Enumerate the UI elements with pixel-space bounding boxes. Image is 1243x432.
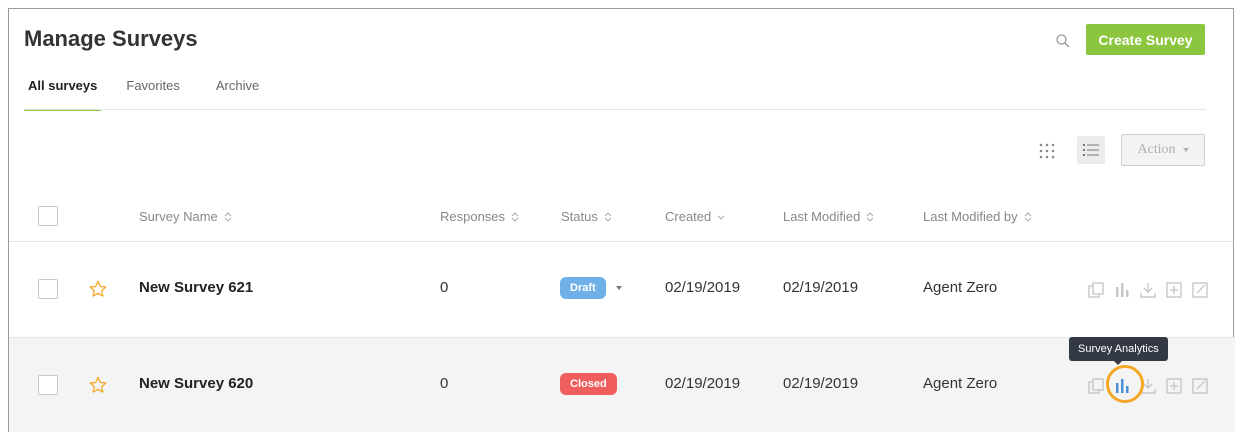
column-survey-name[interactable]: Survey Name: [139, 209, 232, 224]
tabs-divider: [24, 109, 1206, 110]
row-actions: [1085, 375, 1211, 397]
column-responses[interactable]: Responses: [440, 209, 519, 224]
survey-name[interactable]: New Survey 620: [139, 375, 253, 392]
status-badge: Draft: [560, 277, 606, 299]
tab-all-surveys[interactable]: All surveys: [24, 77, 102, 111]
copy-icon[interactable]: [1085, 375, 1107, 397]
add-icon[interactable]: [1163, 375, 1185, 397]
open-external-icon[interactable]: [1189, 279, 1211, 301]
table-row[interactable]: New Survey 620 0 Closed 02/19/2019 02/19…: [9, 338, 1235, 432]
open-external-icon[interactable]: [1189, 375, 1211, 397]
column-last-modified[interactable]: Last Modified: [783, 209, 874, 224]
action-dropdown-label: Action: [1137, 142, 1176, 157]
tab-archive[interactable]: Archive: [212, 77, 263, 110]
responses-count: 0: [440, 375, 449, 392]
modified-date: 02/19/2019: [783, 375, 859, 392]
modified-by: Agent Zero: [923, 279, 998, 296]
table-row[interactable]: New Survey 621 0 Draft 02/19/2019 02/19/…: [9, 242, 1235, 337]
download-icon[interactable]: [1137, 279, 1159, 301]
star-icon[interactable]: [89, 376, 107, 394]
tab-favorites[interactable]: Favorites: [122, 77, 183, 110]
create-survey-button[interactable]: Create Survey: [1086, 24, 1205, 55]
star-icon[interactable]: [89, 280, 107, 298]
modified-by: Agent Zero: [923, 375, 998, 392]
analytics-icon[interactable]: [1111, 279, 1133, 301]
created-date: 02/19/2019: [665, 375, 741, 392]
survey-tabs: All surveys Favorites Archive: [24, 77, 263, 111]
sort-icon: [224, 211, 232, 222]
modified-date: 02/19/2019: [783, 279, 859, 296]
chevron-down-icon: [1182, 148, 1189, 152]
column-last-modified-by[interactable]: Last Modified by: [923, 209, 1032, 224]
responses-count: 0: [440, 279, 449, 296]
copy-icon[interactable]: [1085, 279, 1107, 301]
highlight-ring: [1106, 365, 1144, 403]
row-actions: [1085, 279, 1211, 301]
list-view-icon[interactable]: [1077, 136, 1105, 164]
row-checkbox[interactable]: [38, 375, 58, 395]
select-all-checkbox[interactable]: [38, 206, 58, 226]
table-header: Survey Name Responses Status Created Las…: [9, 195, 1235, 241]
list-icon: [1083, 144, 1099, 156]
action-dropdown[interactable]: Action: [1121, 134, 1205, 166]
created-date: 02/19/2019: [665, 279, 741, 296]
sort-icon: [1024, 211, 1032, 222]
add-icon[interactable]: [1163, 279, 1185, 301]
survey-name[interactable]: New Survey 621: [139, 279, 253, 296]
search-icon[interactable]: [1055, 33, 1071, 49]
sort-icon: [866, 211, 874, 222]
sort-icon: [604, 211, 612, 222]
grid-view-icon[interactable]: [1038, 142, 1056, 160]
status-badge: Closed: [560, 373, 617, 395]
status-chevron-down-icon[interactable]: [616, 286, 622, 290]
page-title: Manage Surveys: [24, 26, 198, 51]
sort-icon: [511, 211, 519, 222]
survey-analytics-tooltip: Survey Analytics: [1069, 337, 1168, 365]
row-checkbox[interactable]: [38, 279, 58, 299]
sort-desc-icon: [717, 215, 725, 220]
column-created[interactable]: Created: [665, 209, 725, 224]
column-status[interactable]: Status: [561, 209, 612, 224]
manage-surveys-panel: Manage Surveys Create Survey All surveys…: [8, 8, 1235, 432]
